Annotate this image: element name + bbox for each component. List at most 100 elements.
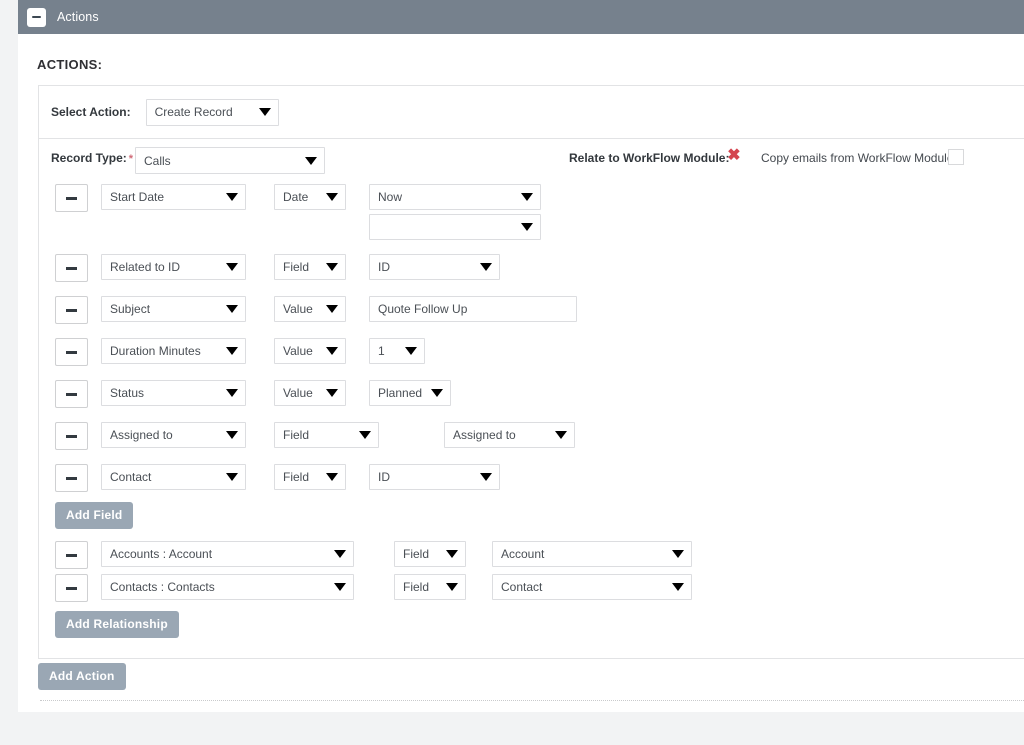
chevron-down-icon [326, 347, 338, 355]
field-type-dropdown[interactable]: Field [274, 254, 346, 280]
record-type-label-text: Record Type: [51, 151, 127, 165]
field-row: Start Date Date Now [39, 180, 1024, 250]
field-type-dropdown[interactable]: Value [274, 296, 346, 322]
field-name-dropdown[interactable]: Subject [101, 296, 246, 322]
field-type-dropdown-value: Field [283, 260, 310, 274]
chevron-down-icon [326, 389, 338, 397]
remove-field-button[interactable] [55, 464, 88, 492]
minus-icon [66, 308, 77, 312]
record-type-dropdown[interactable]: Calls [135, 147, 325, 174]
field-value-dropdown[interactable]: ID [369, 464, 500, 490]
chevron-down-icon [672, 550, 684, 558]
chevron-down-icon [446, 550, 458, 558]
field-row: Subject Value Quote Follow Up [39, 292, 1024, 334]
relate-to-workflow-label: Relate to WorkFlow Module: [569, 151, 730, 165]
field-name-dropdown-value: Duration Minutes [110, 344, 201, 358]
action-card: Select Action: Create Record Record Type… [38, 85, 1024, 659]
actions-panel-body: ACTIONS: Select Action: Create Record Re… [18, 34, 1024, 712]
field-value-dropdown-value: 1 [378, 344, 385, 358]
minus-icon [66, 266, 77, 270]
relationship-value-dropdown[interactable]: Contact [492, 574, 692, 600]
required-marker: * [128, 153, 134, 165]
remove-field-button[interactable] [55, 184, 88, 212]
relationship-row: Accounts : Account Field Account [39, 538, 1024, 571]
copy-emails-label: Copy emails from WorkFlow Module: [761, 151, 957, 165]
chevron-down-icon [480, 263, 492, 271]
relationship-type-dropdown-value: Field [403, 547, 430, 561]
field-name-dropdown-value: Contact [110, 470, 152, 484]
chevron-down-icon [521, 193, 533, 201]
chevron-down-icon [672, 583, 684, 591]
section-heading: ACTIONS: [37, 57, 103, 72]
field-name-dropdown[interactable]: Contact [101, 464, 246, 490]
select-action-label: Select Action: [51, 105, 131, 119]
field-value-dropdown[interactable]: 1 [369, 338, 425, 364]
remove-field-button[interactable] [55, 338, 88, 366]
field-value-dropdown[interactable]: Assigned to [444, 422, 575, 448]
field-value-dropdown-value: Now [378, 190, 403, 204]
field-name-dropdown-value: Start Date [110, 190, 165, 204]
minus-icon [66, 553, 77, 557]
field-name-dropdown-value: Related to ID [110, 260, 181, 274]
field-type-dropdown-value: Value [283, 344, 313, 358]
chevron-down-icon [334, 583, 346, 591]
collapse-toggle-icon[interactable] [27, 7, 46, 27]
field-name-dropdown[interactable]: Start Date [101, 184, 246, 210]
chevron-down-icon [226, 193, 238, 201]
chevron-down-icon [359, 431, 371, 439]
add-action-button[interactable]: Add Action [38, 663, 126, 690]
field-value-input[interactable]: Quote Follow Up [369, 296, 577, 322]
relationship-name-dropdown[interactable]: Accounts : Account [101, 541, 354, 567]
field-name-dropdown-value: Assigned to [110, 428, 173, 442]
remove-field-button[interactable] [55, 380, 88, 408]
field-type-dropdown[interactable]: Field [274, 422, 379, 448]
remove-field-button[interactable] [55, 254, 88, 282]
field-value-dropdown[interactable]: Now [369, 184, 541, 210]
relationship-type-dropdown[interactable]: Field [394, 574, 466, 600]
remove-field-button[interactable] [55, 296, 88, 324]
relationship-value-dropdown[interactable]: Account [492, 541, 692, 567]
chevron-down-icon [226, 305, 238, 313]
field-name-dropdown[interactable]: Related to ID [101, 254, 246, 280]
chevron-down-icon [326, 263, 338, 271]
actions-panel-header: Actions [18, 0, 1024, 34]
field-name-dropdown[interactable]: Assigned to [101, 422, 246, 448]
chevron-down-icon [226, 263, 238, 271]
select-action-dropdown[interactable]: Create Record [145, 98, 279, 126]
dotted-divider [40, 700, 1024, 701]
field-value-dropdown[interactable]: Planned [369, 380, 451, 406]
minus-icon [66, 476, 77, 480]
add-field-button[interactable]: Add Field [55, 502, 134, 529]
field-rows-area: Start Date Date Now Related to ID Field ID Sub… [39, 180, 1024, 658]
remove-relationship-button[interactable] [55, 574, 88, 602]
field-name-dropdown[interactable]: Status [101, 380, 246, 406]
field-name-dropdown[interactable]: Duration Minutes [101, 338, 246, 364]
remove-field-button[interactable] [55, 422, 88, 450]
field-value-dropdown[interactable]: ID [369, 254, 500, 280]
remove-relationship-button[interactable] [55, 541, 88, 569]
field-row: Contact Field ID [39, 460, 1024, 502]
record-type-row: Record Type: * Calls Relate to WorkFlow M… [39, 139, 1024, 180]
field-row: Duration Minutes Value 1 [39, 334, 1024, 376]
field-type-dropdown-value: Value [283, 386, 313, 400]
field-type-dropdown[interactable]: Field [274, 464, 346, 490]
field-type-dropdown-value: Field [283, 470, 310, 484]
field-value-dropdown-value: ID [378, 260, 390, 274]
field-value-extra-dropdown[interactable] [369, 214, 541, 240]
relationship-name-dropdown[interactable]: Contacts : Contacts [101, 574, 354, 600]
copy-emails-checkbox[interactable] [948, 149, 964, 165]
field-type-dropdown[interactable]: Value [274, 380, 346, 406]
record-type-label: Record Type: * [51, 151, 133, 165]
field-type-dropdown[interactable]: Value [274, 338, 346, 364]
add-action-row: Add Action [38, 663, 126, 690]
select-action-row: Select Action: Create Record [39, 86, 1024, 139]
field-value-dropdown-value: ID [378, 470, 390, 484]
minus-icon [66, 586, 77, 590]
chevron-down-icon [326, 193, 338, 201]
field-type-dropdown[interactable]: Date [274, 184, 346, 210]
relationship-row: Contacts : Contacts Field Contact [39, 571, 1024, 604]
relate-to-workflow-checkbox[interactable]: ✖ [726, 148, 742, 164]
add-relationship-button[interactable]: Add Relationship [55, 611, 179, 638]
relationship-type-dropdown[interactable]: Field [394, 541, 466, 567]
chevron-down-icon [334, 550, 346, 558]
